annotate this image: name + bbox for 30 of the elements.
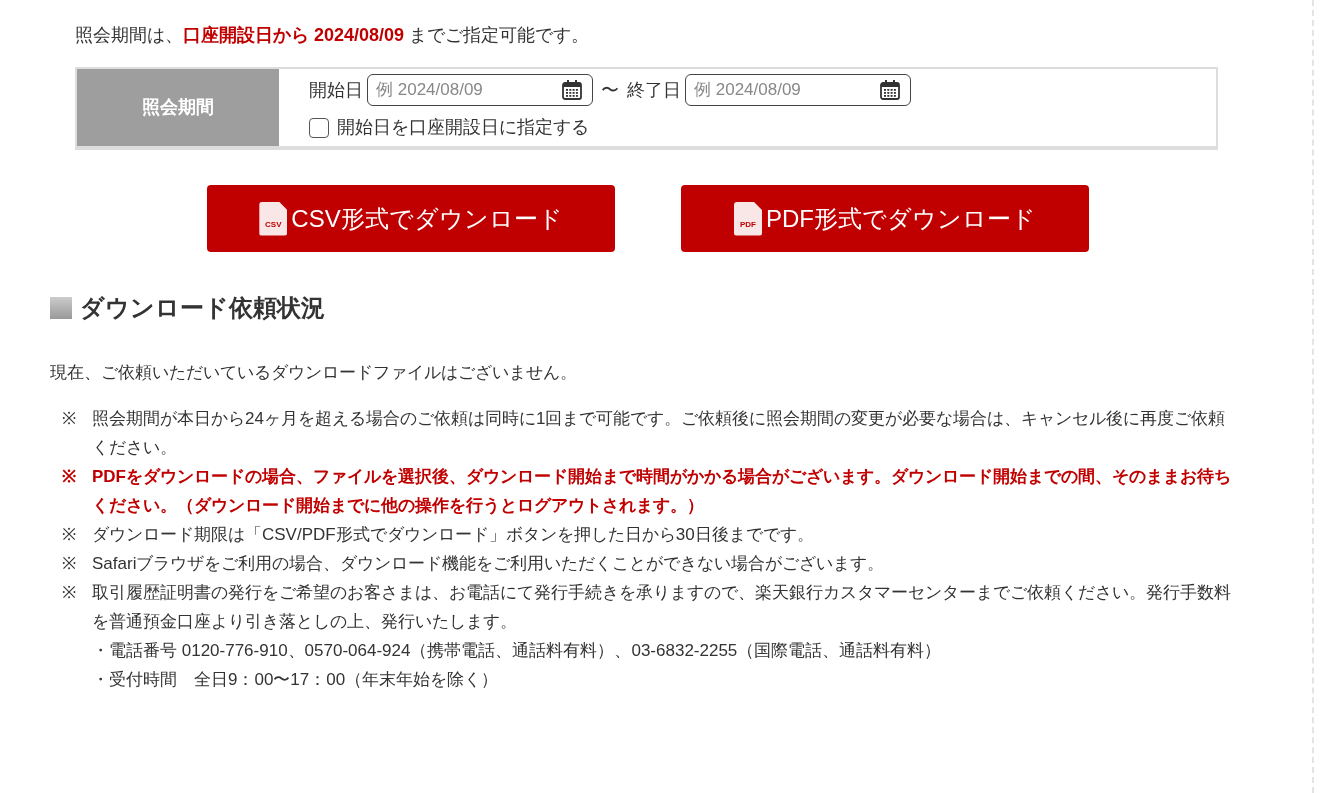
- note-text: 照会期間が本日から24ヶ月を超える場合のご依頼は同時に1回まで可能です。ご依頼後に照会期間の変更が必要な場合は、キャンセル後に再度ご依頼ください。: [92, 407, 1227, 459]
- note-text: Safariブラウザをご利用の場合、ダウンロード機能をご利用いただくことができない場合がございます。: [92, 552, 886, 575]
- date-field[interactable]: 例 2024/08/09: [367, 74, 593, 106]
- note-mark: ※: [62, 523, 77, 546]
- download-button[interactable]: CSV CSV形式でダウンロード: [207, 185, 615, 252]
- status-text: 現在、ご依頼いただいているダウンロードファイルはございません。: [50, 362, 578, 384]
- form-label: 照会期間: [77, 69, 279, 146]
- checkbox-label: 開始日を口座開設日に指定する: [337, 116, 589, 139]
- end-date-label: 終了日: [627, 78, 681, 102]
- range-separator: 〜: [601, 78, 619, 102]
- square-icon: [50, 297, 72, 319]
- file-icon: PDF: [734, 201, 762, 236]
- calendar-icon: [561, 79, 583, 101]
- note-mark: ※: [62, 552, 77, 575]
- note-mark: ※: [62, 407, 77, 430]
- section-title: ダウンロード依頼状況: [80, 293, 325, 323]
- checkbox[interactable]: [309, 117, 329, 138]
- date-field[interactable]: 例 2024/08/09: [685, 74, 911, 106]
- note-text: ダウンロード期限は「CSV/PDF形式でダウンロード」ボタンを押した日から30日後までです。: [92, 523, 815, 546]
- note-mark: ※: [62, 465, 77, 488]
- note-text: PDFをダウンロードの場合、ファイルを選択後、ダウンロード開始まで時間がかかる場合がございます。ダウンロード開始までの間、そのままお待ちください。（ダウンロード開始までに他の操作を行うとログアウトされます。）: [92, 465, 1232, 517]
- period-notice: 照会期間は、口座開設日から 2024/08/09 までご指定可能です。: [75, 24, 591, 47]
- note-mark: ※: [62, 581, 77, 604]
- start-date-label: 開始日: [309, 78, 363, 102]
- note-subitem: ・受付時間 全日9：00〜17：00（年末年始を除く）: [92, 668, 500, 691]
- calendar-icon: [879, 79, 901, 101]
- note-text: 取引履歴証明書の発行をご希望のお客さまは、お電話にて発行手続きを承りますので、楽天銀行カスタマーセンターまでご依頼ください。発行手数料を普通預金口座より引き落としの上、発行いたします。: [92, 581, 1232, 633]
- download-button[interactable]: PDF PDF形式でダウンロード: [681, 185, 1089, 252]
- note-subitem: ・電話番号 0120-776-910、0570-064-924（携帯電話、通話料有料）、03-6832-2255（国際電話、通話料有料）: [92, 639, 943, 662]
- file-icon: CSV: [259, 201, 288, 236]
